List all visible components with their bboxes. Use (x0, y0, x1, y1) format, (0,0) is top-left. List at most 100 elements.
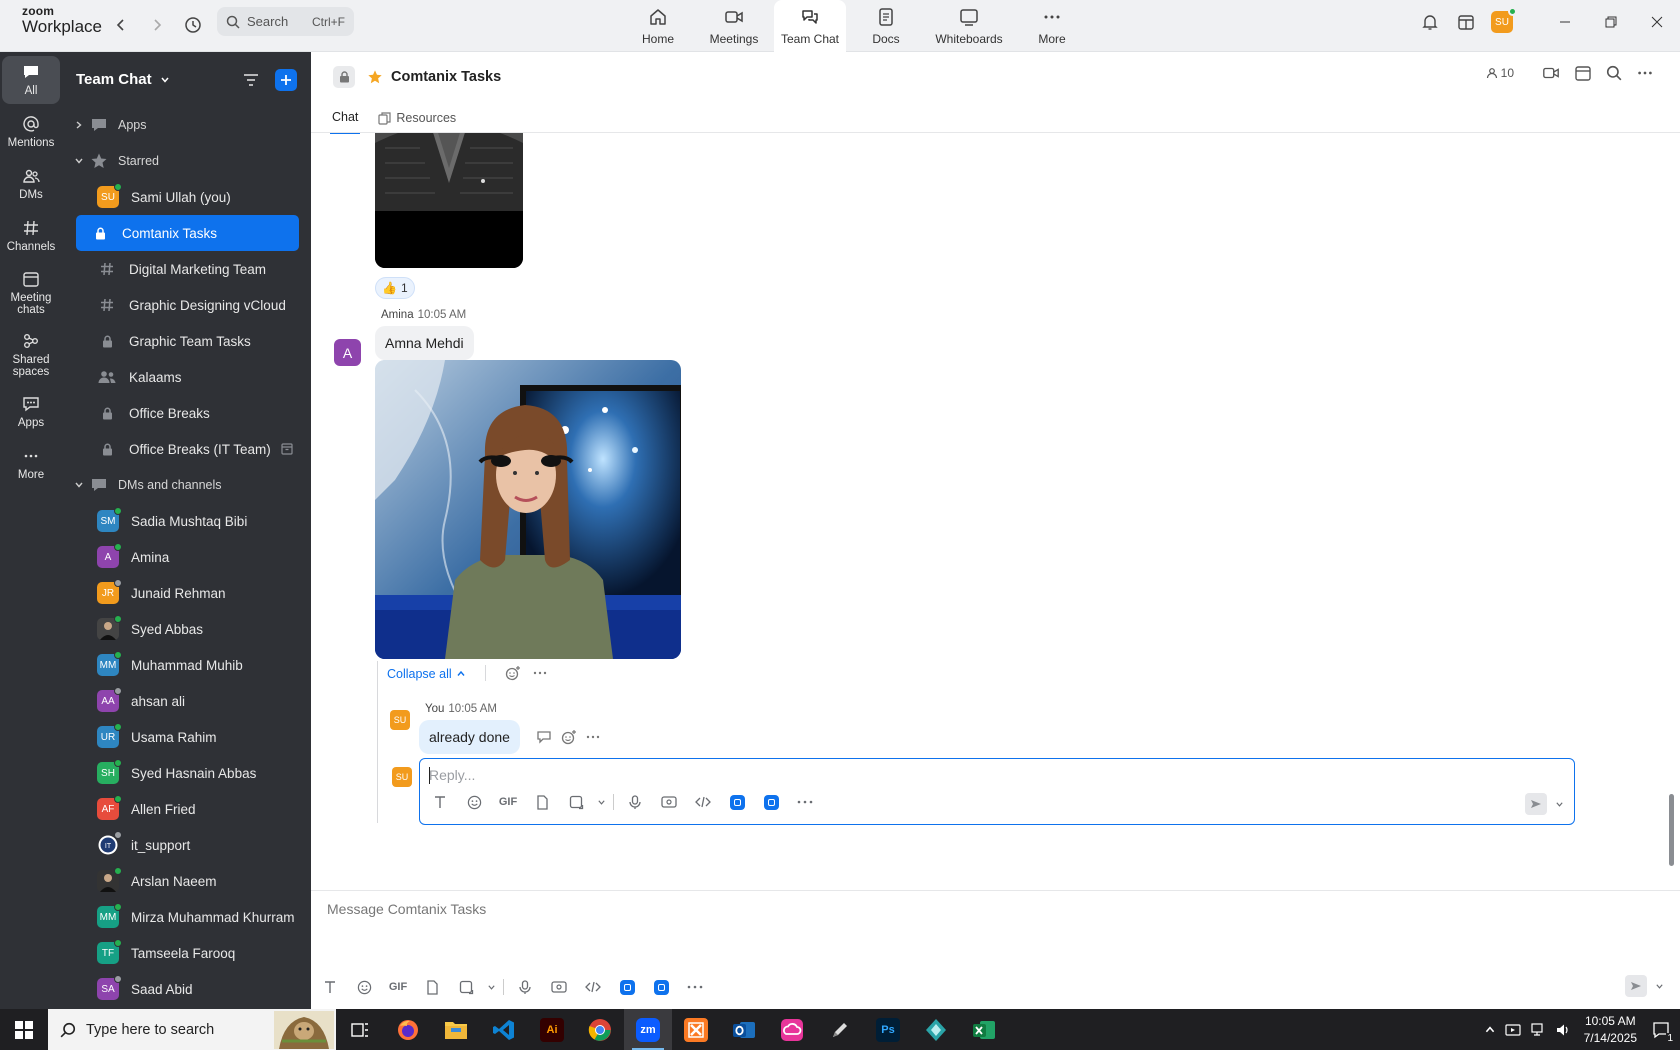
format-text-icon[interactable] (423, 790, 457, 814)
screenshot-chevron-icon[interactable] (593, 790, 609, 814)
rail-shared-spaces[interactable]: Shared spaces (2, 326, 60, 384)
composer-integration-app-icon[interactable] (610, 975, 644, 999)
maximize-button[interactable] (1588, 0, 1634, 44)
minimize-button[interactable] (1542, 0, 1588, 44)
reply-avatar[interactable]: SU (390, 710, 410, 730)
taskbar-app[interactable] (912, 1009, 960, 1050)
sidebar-dm-item[interactable]: UR Usama Rahim (76, 719, 299, 755)
shared-image-person-photo[interactable] (375, 133, 523, 268)
amina-avatar[interactable]: A (334, 339, 361, 366)
rail-channels[interactable]: Channels (2, 212, 60, 260)
rail-mentions[interactable]: Mentions (2, 108, 60, 156)
chat-scrollbar[interactable] (1669, 794, 1674, 866)
taskbar-outlook[interactable] (720, 1009, 768, 1050)
integration-app-icon[interactable] (720, 790, 754, 814)
sidebar-starred-item[interactable]: Digital Marketing Team (76, 251, 299, 287)
taskbar-zoom[interactable]: zm (624, 1009, 672, 1050)
sidebar-starred-item[interactable]: Kalaams (76, 359, 299, 395)
reply-more-icon[interactable] (585, 729, 601, 745)
composer-format-text-icon[interactable] (313, 975, 347, 999)
taskbar-excel[interactable] (960, 1009, 1008, 1050)
thread-reply-input[interactable]: Reply... GIF (419, 758, 1575, 825)
star-filled-icon[interactable] (367, 69, 383, 85)
rail-all[interactable]: All (2, 56, 60, 104)
composer-attach-file-icon[interactable] (415, 975, 449, 999)
tab-home[interactable]: Home (622, 0, 694, 52)
shared-image-portrait-photo[interactable] (375, 360, 681, 659)
search-bar[interactable]: Search Ctrl+F (217, 7, 354, 36)
section-dms-and-channels[interactable]: DMs and channels (62, 467, 311, 503)
video-meeting-icon[interactable] (1542, 64, 1560, 82)
composer-chat-app-icon[interactable] (644, 975, 678, 999)
video-message-icon[interactable] (652, 790, 686, 814)
network-icon[interactable] (1530, 1022, 1546, 1038)
chevron-up-tray-icon[interactable] (1484, 1024, 1496, 1036)
sidebar-starred-item[interactable]: Comtanix Tasks (76, 215, 299, 251)
reply-add-reaction-icon[interactable] (561, 729, 577, 745)
sidebar-dm-item[interactable]: MM Mirza Muhammad Khurram (76, 899, 299, 935)
composer-microphone-icon[interactable] (508, 975, 542, 999)
rail-meeting-chats[interactable]: Meeting chats (2, 264, 60, 322)
notification-center-button[interactable]: 1 (1652, 1021, 1674, 1044)
channel-more-icon[interactable] (1636, 64, 1654, 82)
sidebar-dm-item[interactable]: SM Sadia Mushtaq Bibi (76, 503, 299, 539)
schedule-calendar-icon[interactable] (1574, 64, 1592, 82)
emoji-icon[interactable] (457, 790, 491, 814)
windows-start-button[interactable] (0, 1009, 48, 1050)
attach-file-icon[interactable] (525, 790, 559, 814)
chat-app-icon[interactable] (754, 790, 788, 814)
media-control-icon[interactable] (1505, 1022, 1521, 1038)
tab-more[interactable]: More (1016, 0, 1088, 52)
thread-more-icon[interactable] (532, 665, 548, 681)
gif-button[interactable]: GIF (491, 790, 525, 814)
sidebar-starred-item[interactable]: Graphic Designing vCloud (76, 287, 299, 323)
sidebar-dm-item[interactable]: A Amina (76, 539, 299, 575)
section-starred[interactable]: Starred (62, 143, 311, 179)
task-view-button[interactable] (336, 1009, 384, 1050)
thumbs-up-reaction[interactable]: 👍 1 (375, 277, 415, 299)
screenshot-icon[interactable] (559, 790, 593, 814)
sidebar-starred-item[interactable]: Office Breaks (76, 395, 299, 431)
composer-screenshot-icon[interactable] (449, 975, 483, 999)
taskbar-file-explorer[interactable] (432, 1009, 480, 1050)
sidebar-dm-item[interactable]: TF Tamseela Farooq (76, 935, 299, 971)
subtab-resources[interactable]: Resources (376, 102, 458, 134)
sidebar-dm-item[interactable]: IT it_support (76, 827, 299, 863)
user-avatar[interactable]: SU (1484, 4, 1520, 40)
rail-dms[interactable]: DMs (2, 160, 60, 208)
back-arrow-icon[interactable] (108, 12, 134, 38)
composer-emoji-icon[interactable] (347, 975, 381, 999)
channel-search-icon[interactable] (1606, 65, 1622, 81)
new-chat-plus-button[interactable] (275, 68, 297, 91)
taskbar-xampp[interactable] (672, 1009, 720, 1050)
reply-in-thread-icon[interactable] (536, 729, 552, 745)
taskbar-chrome[interactable] (576, 1009, 624, 1050)
sidebar-starred-item[interactable]: SU Sami Ullah (you) (76, 179, 299, 215)
add-reaction-icon[interactable] (505, 665, 521, 681)
close-button[interactable] (1634, 0, 1680, 44)
sidebar-dm-item[interactable]: JR Junaid Rehman (76, 575, 299, 611)
sidebar-dm-item[interactable]: SH Syed Hasnain Abbas (76, 755, 299, 791)
tab-meetings[interactable]: Meetings (698, 0, 770, 52)
message-composer[interactable]: Message Comtanix Tasks GIF (311, 890, 1680, 1009)
more-tools-icon[interactable] (788, 790, 822, 814)
sidebar-dm-item[interactable]: Arslan Naeem (76, 863, 299, 899)
subtab-chat[interactable]: Chat (330, 102, 361, 134)
composer-code-snippet-icon[interactable] (576, 975, 610, 999)
forward-arrow-icon[interactable] (144, 12, 170, 38)
rail-more[interactable]: More (2, 440, 60, 488)
send-icon[interactable] (1525, 793, 1547, 815)
tab-docs[interactable]: Docs (850, 0, 922, 52)
calendar-app-icon[interactable] (1448, 4, 1484, 40)
history-clock-icon[interactable] (180, 12, 206, 38)
composer-screenshot-chevron-icon[interactable] (483, 975, 499, 999)
tab-team-chat[interactable]: Team Chat (774, 0, 846, 53)
sidebar-dm-item[interactable]: Syed Abbas (76, 611, 299, 647)
sidebar-title-dropdown[interactable]: Team Chat (76, 71, 243, 88)
taskbar-photoshop[interactable]: Ps (864, 1009, 912, 1050)
taskbar-creative-cloud[interactable] (768, 1009, 816, 1050)
members-button[interactable]: 10 (1486, 66, 1514, 80)
notifications-bell-icon[interactable] (1412, 4, 1448, 40)
collapse-all-button[interactable]: Collapse all (387, 667, 466, 681)
taskbar-pen-tool[interactable] (816, 1009, 864, 1050)
